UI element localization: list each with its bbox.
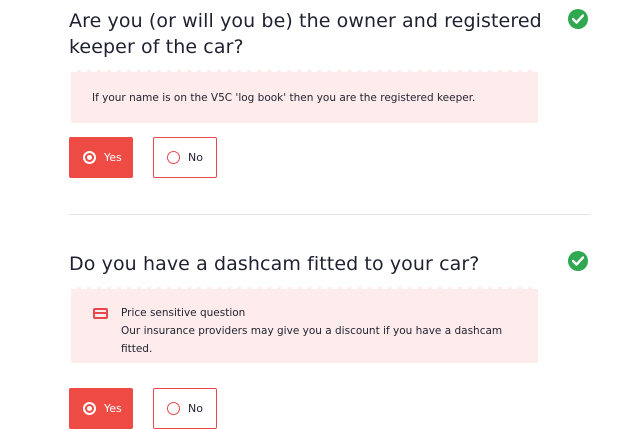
dashcam-no-radio-button[interactable]: No: [153, 388, 217, 429]
question-dashcam-hint: Price sensitive question Our insurance p…: [71, 287, 538, 363]
radio-selected-icon: [83, 402, 96, 415]
check-circle-icon: [568, 9, 588, 29]
hint-text: If your name is on the V5C 'log book' th…: [92, 92, 476, 104]
radio-selected-icon: [83, 151, 96, 164]
hint-body: Our insurance providers may give you a d…: [121, 325, 503, 355]
question-owner-hint: If your name is on the V5C 'log book' th…: [71, 70, 538, 123]
section-divider: [69, 214, 591, 215]
owner-yes-radio-button[interactable]: Yes: [69, 137, 133, 178]
option-label: Yes: [104, 402, 122, 415]
check-circle-icon: [568, 251, 588, 271]
question-owner-title: Are you (or will you be) the owner and r…: [69, 10, 542, 58]
owner-no-radio-button[interactable]: No: [153, 137, 217, 178]
option-label: Yes: [104, 151, 122, 164]
option-label: No: [188, 151, 203, 164]
question-dashcam-title: Do you have a dashcam fitted to your car…: [69, 253, 480, 275]
option-label: No: [188, 402, 203, 415]
dashcam-yes-radio-button[interactable]: Yes: [69, 388, 133, 429]
hint-heading: Price sensitive question: [121, 307, 246, 319]
radio-unselected-icon: [167, 151, 180, 164]
credit-card-icon: [93, 308, 108, 319]
radio-unselected-icon: [167, 402, 180, 415]
